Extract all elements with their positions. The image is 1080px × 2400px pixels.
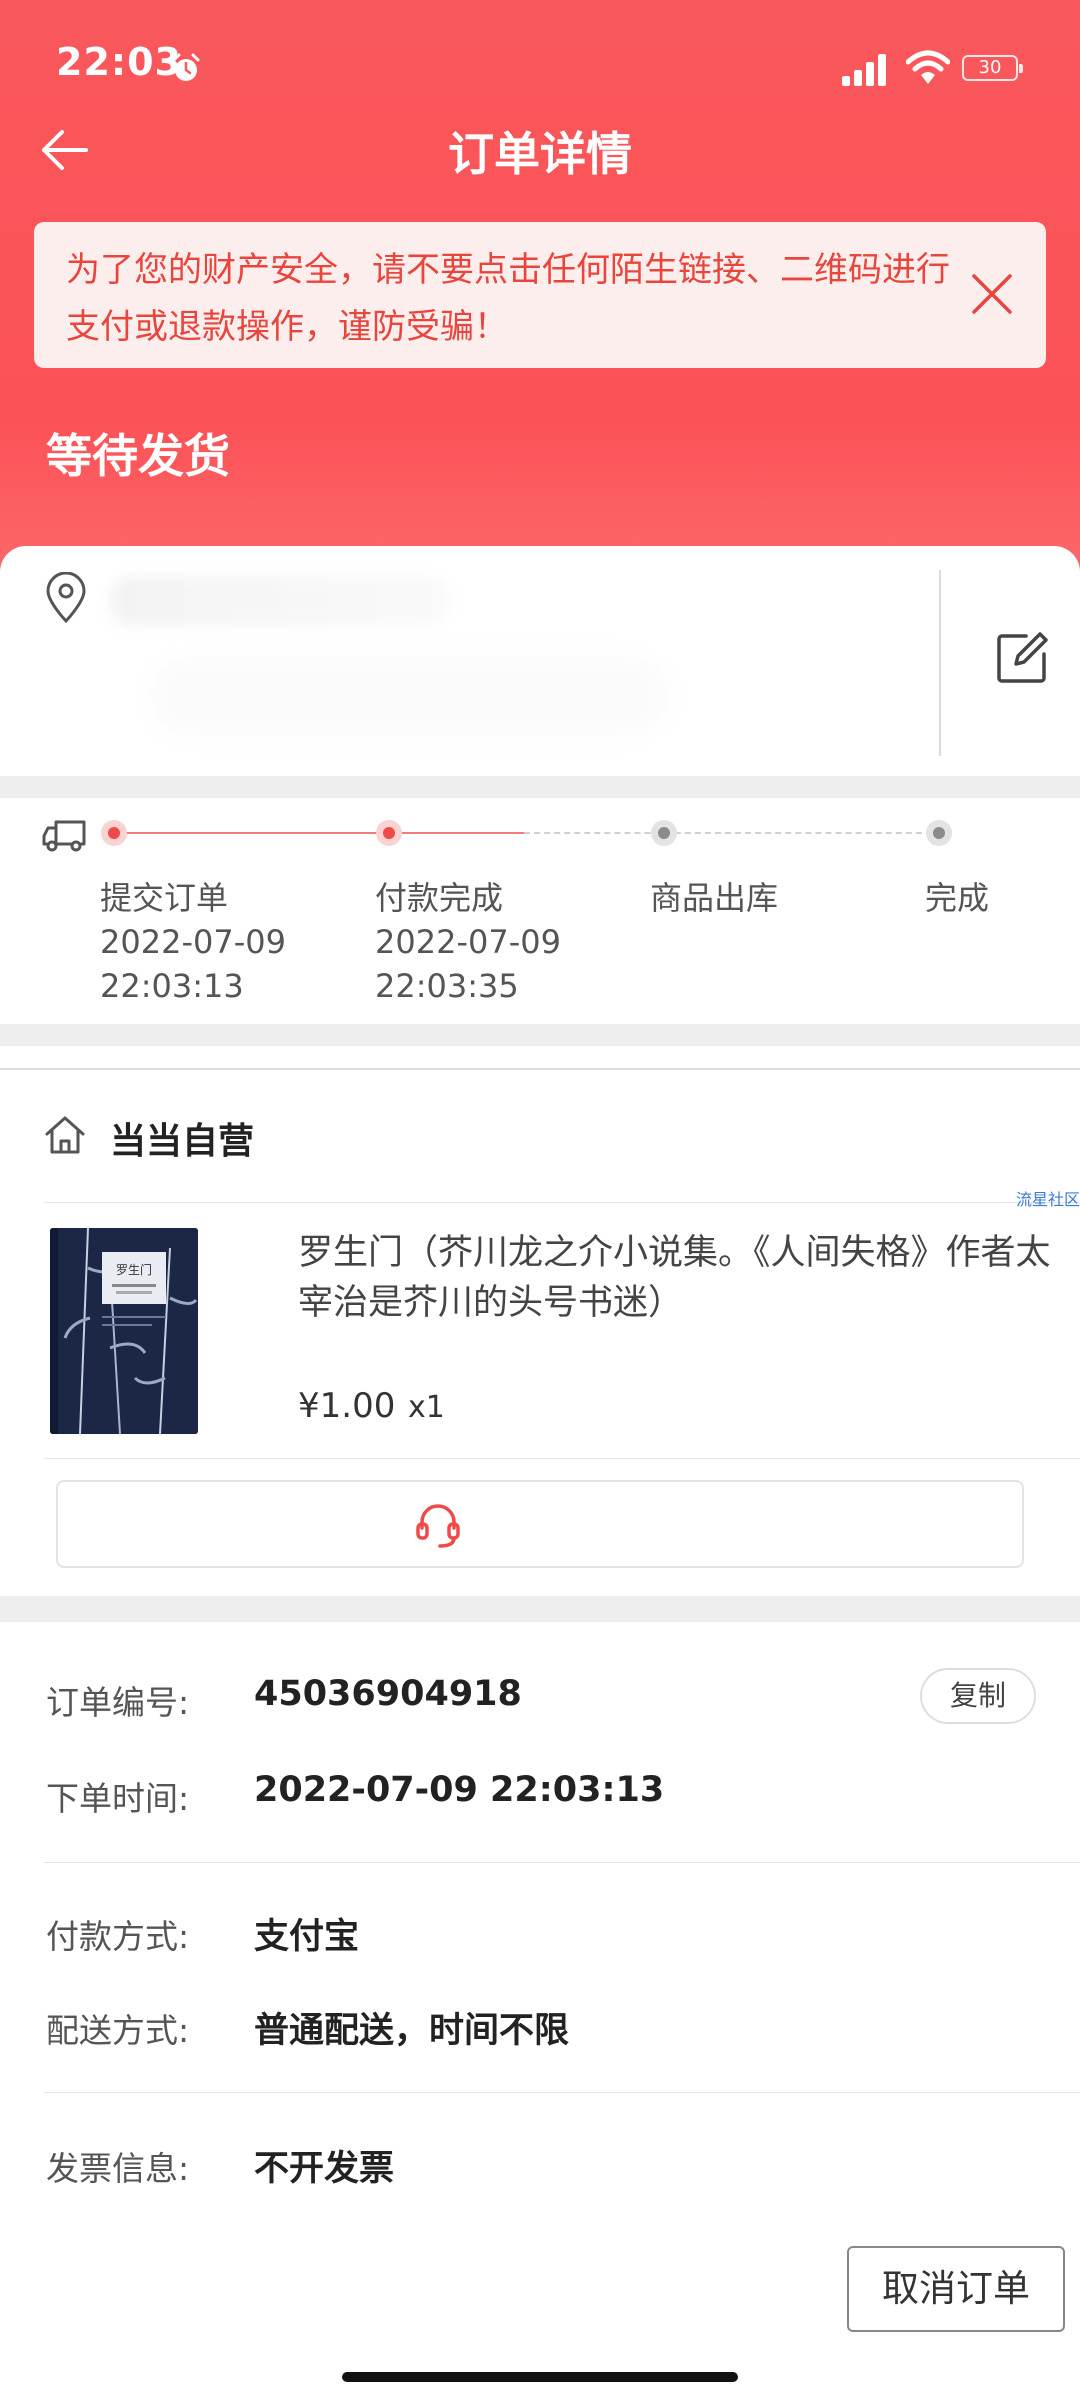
store-section: 当当自营 流星社区 罗生门 罗生门（芥川龙之介小说集。《人间失格》作者太宰治是芥…	[0, 1068, 1080, 1596]
order-number-value: 45036904918	[254, 1674, 522, 1714]
address-detail-redacted	[150, 656, 670, 736]
progress-line-pending	[524, 832, 942, 834]
progress-line-done	[114, 832, 524, 834]
address-card[interactable]	[0, 546, 1080, 776]
security-warning-banner: 为了您的财产安全，请不要点击任何陌生链接、二维码进行支付或退款操作，谨防受骗！	[34, 222, 1046, 368]
section-separator	[0, 776, 1080, 798]
section-separator	[0, 1024, 1080, 1046]
info-divider	[44, 1862, 1080, 1863]
signal-icon	[842, 54, 886, 86]
progress-dot-4	[926, 820, 952, 846]
warning-text: 为了您的财产安全，请不要点击任何陌生链接、二维码进行支付或退款操作，谨防受骗！	[66, 250, 950, 347]
order-time-label: 下单时间:	[46, 1779, 190, 1818]
edit-icon[interactable]	[996, 632, 1048, 684]
progress-step-3: 商品出库	[650, 876, 778, 920]
section-separator	[0, 1596, 1080, 1622]
step-time: 22:03:13	[100, 967, 244, 1005]
customer-service-button[interactable]	[56, 1480, 1024, 1568]
step-label: 商品出库	[650, 879, 779, 917]
status-time: 22:03	[56, 40, 182, 84]
battery-indicator: 30	[962, 55, 1023, 81]
step-time: 22:03:35	[375, 967, 519, 1005]
invoice-label: 发票信息:	[46, 2149, 190, 2188]
store-name[interactable]: 当当自营	[110, 1112, 254, 1164]
progress-dot-1	[101, 820, 127, 846]
progress-dot-3	[651, 820, 677, 846]
delivery-method-value: 普通配送，时间不限	[254, 2011, 570, 2051]
page-title: 订单详情	[448, 127, 632, 181]
order-number-label: 订单编号:	[46, 1683, 190, 1722]
order-info-section: 订单编号: 45036904918 复制 下单时间: 2022-07-09 22…	[0, 1622, 1080, 2332]
navigation-bar: 订单详情	[0, 100, 1080, 200]
invoice-value: 不开发票	[254, 2149, 395, 2189]
step-label: 付款完成	[375, 879, 504, 917]
payment-method-label: 付款方式:	[46, 1917, 190, 1956]
payment-method-value: 支付宝	[254, 1917, 360, 1957]
product-quantity: x1	[408, 1390, 445, 1425]
step-label: 完成	[925, 879, 990, 917]
address-divider	[939, 570, 941, 756]
alarm-icon	[172, 53, 200, 81]
order-progress: 提交订单 2022-07-09 22:03:13 付款完成 2022-07-09…	[0, 798, 1080, 1024]
cancel-order-button[interactable]: 取消订单	[847, 2246, 1065, 2332]
address-redacted	[110, 576, 450, 626]
truck-icon	[42, 820, 86, 852]
order-status-title: 等待发货	[46, 429, 230, 483]
wifi-icon	[906, 50, 950, 84]
step-label: 提交订单	[100, 879, 229, 917]
step-date: 2022-07-09	[375, 923, 561, 961]
product-image[interactable]: 罗生门	[50, 1228, 198, 1434]
info-divider	[44, 2092, 1080, 2093]
product-divider	[44, 1458, 1080, 1459]
progress-step-4: 完成	[925, 876, 989, 920]
order-time-value: 2022-07-09 22:03:13	[254, 1770, 665, 1810]
close-icon[interactable]	[968, 270, 1016, 318]
book-cover-art: 罗生门	[50, 1228, 198, 1434]
delivery-method-label: 配送方式:	[46, 2011, 190, 2050]
store-top-divider	[0, 1068, 1080, 1070]
product-title[interactable]: 罗生门（芥川龙之介小说集。《人间失格》作者太宰治是芥川的头号书迷）	[298, 1228, 1058, 1328]
location-pin-icon	[46, 572, 86, 624]
product-price: ¥1.00	[298, 1386, 396, 1426]
home-indicator[interactable]	[342, 2372, 738, 2382]
progress-dot-2	[376, 820, 402, 846]
copy-button[interactable]: 复制	[920, 1668, 1036, 1724]
headset-icon	[416, 1504, 460, 1548]
cover-title: 罗生门	[116, 1262, 152, 1277]
step-date: 2022-07-09	[100, 923, 286, 961]
watermark-text: 流星社区	[1016, 1190, 1080, 1209]
progress-step-2: 付款完成 2022-07-09 22:03:35	[375, 876, 561, 1008]
home-icon	[45, 1116, 85, 1154]
store-divider	[44, 1202, 1080, 1203]
progress-step-1: 提交订单 2022-07-09 22:03:13	[100, 876, 286, 1008]
